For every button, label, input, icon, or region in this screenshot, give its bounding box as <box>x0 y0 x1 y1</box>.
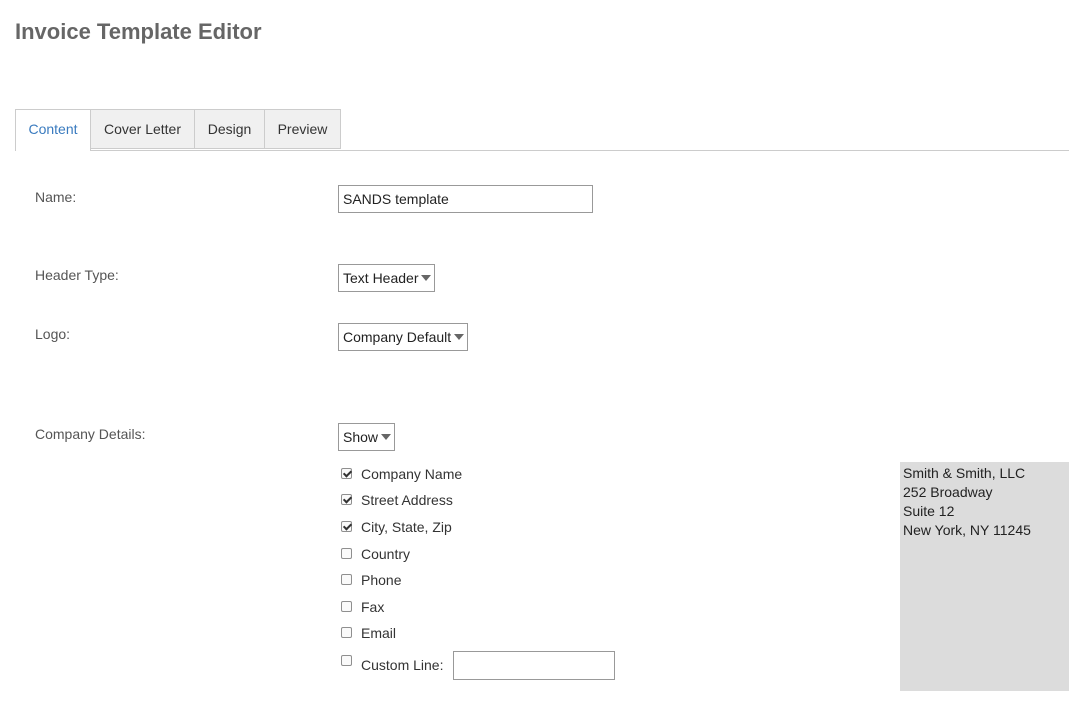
header-type-select[interactable]: Text Header <box>338 264 436 292</box>
tab-content[interactable]: Content <box>15 109 91 151</box>
header-type-value: Text Header <box>343 270 419 286</box>
tab-bar: Content Cover Letter Design Preview <box>15 109 1069 151</box>
caret-down-icon <box>454 334 465 340</box>
phone-label: Phone <box>361 572 402 588</box>
preview-line-company: Smith & Smith, LLC <box>903 465 1026 481</box>
logo-label: Logo: <box>35 326 71 342</box>
header-type-label: Header Type: <box>35 267 119 283</box>
company-details-value: Show <box>343 429 379 445</box>
caret-down-icon <box>381 434 392 440</box>
logo-select[interactable]: Company Default <box>338 323 469 351</box>
custom-line-input[interactable] <box>453 651 615 680</box>
preview-line-suite: Suite 12 <box>903 503 955 519</box>
fax-label: Fax <box>361 599 385 615</box>
logo-value: Company Default <box>343 329 452 345</box>
email-label: Email <box>361 625 397 641</box>
country-label: Country <box>361 546 411 562</box>
street-address-label: Street Address <box>361 492 453 508</box>
custom-line-checkbox[interactable] <box>341 655 352 666</box>
company-details-preview: Smith & Smith, LLC 252 Broadway Suite 12… <box>900 462 1069 691</box>
tab-cover-letter[interactable]: Cover Letter <box>91 109 195 149</box>
company-name-label: Company Name <box>361 466 463 482</box>
name-input[interactable] <box>338 185 593 213</box>
preview-line-street: 252 Broadway <box>903 484 993 500</box>
page-title: Invoice Template Editor <box>15 19 262 44</box>
phone-checkbox[interactable] <box>341 574 352 585</box>
tab-design[interactable]: Design <box>195 109 265 149</box>
city-state-zip-label: City, State, Zip <box>361 519 452 535</box>
fax-checkbox[interactable] <box>341 601 352 612</box>
company-details-label: Company Details: <box>35 426 146 442</box>
caret-down-icon <box>421 275 432 281</box>
company-details-select[interactable]: Show <box>338 423 396 451</box>
preview-line-city: New York, NY 11245 <box>903 522 1031 538</box>
tab-preview[interactable]: Preview <box>265 109 341 149</box>
street-address-checkbox[interactable] <box>341 494 352 505</box>
country-checkbox[interactable] <box>341 548 352 559</box>
custom-line-label: Custom Line: <box>361 657 444 673</box>
name-label: Name: <box>35 189 77 205</box>
city-state-zip-checkbox[interactable] <box>341 521 352 532</box>
email-checkbox[interactable] <box>341 627 352 638</box>
company-name-checkbox[interactable] <box>341 468 352 479</box>
